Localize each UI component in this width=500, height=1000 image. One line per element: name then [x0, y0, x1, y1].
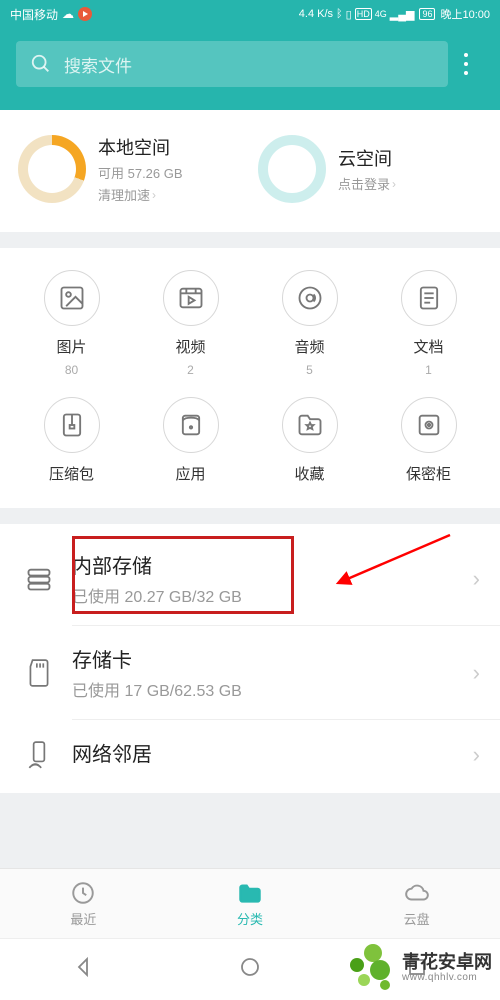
chevron-right-icon: › — [473, 566, 480, 592]
storage-summary: 本地空间 可用 57.26 GB 清理加速 › 云空间 点击登录 › — [0, 110, 500, 232]
storage-locations: 内部存储 已使用 20.27 GB/32 GB › 存储卡 已使用 17 GB/… — [0, 524, 500, 793]
chevron-right-icon: › — [152, 188, 156, 202]
image-icon — [44, 270, 100, 326]
tab-cloud[interactable]: 云盘 — [333, 869, 500, 938]
cleanup-link[interactable]: 清理加速 › — [98, 185, 183, 204]
internal-title: 内部存储 — [72, 550, 455, 579]
category-images[interactable]: 图片 80 — [12, 270, 131, 377]
network-icon — [24, 740, 54, 770]
sdcard-item[interactable]: 存储卡 已使用 17 GB/62.53 GB › — [0, 626, 500, 719]
category-apps[interactable]: 应用 — [131, 397, 250, 490]
network-neighborhood-item[interactable]: 网络邻居 › — [0, 720, 500, 789]
category-archives[interactable]: 压缩包 — [12, 397, 131, 490]
search-area: 搜索文件 — [0, 28, 500, 110]
category-docs[interactable]: 文档 1 — [369, 270, 488, 377]
local-title: 本地空间 — [98, 134, 183, 160]
signal-icon: ▂▄▆ — [390, 8, 415, 21]
search-icon — [30, 53, 52, 75]
app-indicator-icon — [78, 7, 92, 21]
internal-storage-item[interactable]: 内部存储 已使用 20.27 GB/32 GB › — [0, 532, 500, 625]
star-folder-icon — [282, 397, 338, 453]
vibrate-icon: ▯ — [346, 8, 352, 21]
category-grid: 图片 80 视频 2 音频 5 文档 1 压缩包 应用 — [0, 248, 500, 508]
system-nav-bar — [0, 938, 500, 1000]
local-available: 可用 57.26 GB — [98, 163, 183, 182]
category-videos[interactable]: 视频 2 — [131, 270, 250, 377]
category-safe[interactable]: 保密柜 — [369, 397, 488, 490]
internal-storage-icon — [24, 565, 54, 593]
sdcard-icon — [24, 658, 54, 688]
local-usage-ring-icon — [18, 135, 86, 203]
tab-category[interactable]: 分类 — [167, 869, 334, 938]
sdcard-usage: 已使用 17 GB/62.53 GB — [72, 677, 455, 701]
category-audio[interactable]: 音频 5 — [250, 270, 369, 377]
bottom-tab-bar: 最近 分类 云盘 — [0, 868, 500, 938]
chevron-right-icon: › — [473, 742, 480, 768]
nav-home-button[interactable] — [238, 955, 262, 984]
sdcard-title: 存储卡 — [72, 644, 455, 673]
carrier-label: 中国移动 — [10, 6, 58, 23]
net-speed: 4.4 K/s — [299, 8, 333, 20]
net-type: 4G — [375, 9, 387, 19]
category-favorites[interactable]: 收藏 — [250, 397, 369, 490]
local-storage-card[interactable]: 本地空间 可用 57.26 GB 清理加速 › — [10, 134, 250, 204]
video-icon — [163, 270, 219, 326]
more-menu-button[interactable] — [448, 53, 484, 75]
chevron-right-icon: › — [473, 660, 480, 686]
cloud-title: 云空间 — [338, 145, 396, 171]
app-icon — [163, 397, 219, 453]
document-icon — [401, 270, 457, 326]
status-bar: 中国移动 ☁ 4.4 K/s ᛒ ▯ HD 4G ▂▄▆ 96 晚上10:00 — [0, 0, 500, 28]
nav-back-button[interactable] — [71, 955, 95, 984]
audio-icon — [282, 270, 338, 326]
safe-icon — [401, 397, 457, 453]
network-title: 网络邻居 — [72, 738, 455, 767]
hd-label: HD — [355, 8, 372, 20]
archive-icon — [44, 397, 100, 453]
tab-recent[interactable]: 最近 — [0, 869, 167, 938]
search-input[interactable]: 搜索文件 — [16, 41, 448, 87]
chevron-right-icon: › — [392, 177, 396, 191]
nav-recent-button[interactable] — [405, 955, 429, 984]
weather-icon: ☁ — [62, 7, 74, 21]
bluetooth-icon: ᛒ — [336, 8, 343, 20]
search-placeholder: 搜索文件 — [64, 52, 132, 77]
cloud-ring-icon — [258, 135, 326, 203]
clock: 晚上10:00 — [440, 6, 490, 22]
battery-level: 96 — [419, 8, 435, 20]
cloud-storage-card[interactable]: 云空间 点击登录 › — [250, 134, 490, 204]
cloud-login-link[interactable]: 点击登录 › — [338, 174, 396, 193]
internal-usage: 已使用 20.27 GB/32 GB — [72, 583, 455, 607]
